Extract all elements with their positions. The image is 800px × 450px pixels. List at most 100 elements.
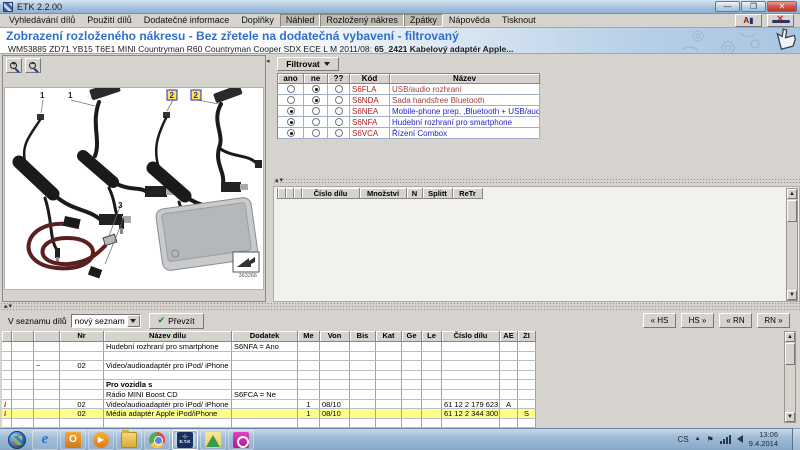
- main-splitter[interactable]: ▴▾: [0, 302, 800, 311]
- taskbar-magenta-app[interactable]: [228, 430, 254, 450]
- taskbar-chrome[interactable]: [144, 430, 170, 450]
- radio-blank[interactable]: [335, 129, 343, 137]
- dropdown-arrow-button[interactable]: [127, 315, 140, 327]
- menu-item-dodatecne-informace[interactable]: Dodatečné informace: [138, 14, 236, 27]
- cable-diagram: 1 1 2 2 3 3: [5, 88, 263, 289]
- taskbar-etk[interactable]: ✛E.T.K: [172, 430, 198, 450]
- radio-ne[interactable]: [312, 85, 320, 93]
- radio-ne[interactable]: [312, 107, 320, 115]
- cell: [12, 342, 34, 352]
- cell: 02: [60, 400, 104, 410]
- text-tool-button[interactable]: A▮: [735, 14, 762, 27]
- callout-3b[interactable]: 3: [120, 217, 125, 226]
- radio-ano[interactable]: [287, 107, 295, 115]
- menu-item-pouziti-dilu[interactable]: Použití dílů: [81, 14, 138, 27]
- apply-button[interactable]: ✔ Převzít: [149, 313, 204, 329]
- minimize-button[interactable]: —: [715, 1, 740, 12]
- nav-button-hs[interactable]: HS »: [681, 313, 714, 328]
- table-row[interactable]: i02Média adaptér Apple iPod/iPhone108/10…: [2, 409, 536, 419]
- menu-item-doplnky[interactable]: Doplňky: [235, 14, 280, 27]
- main-splitter-arrows-icon[interactable]: ▴▾: [4, 302, 13, 310]
- table-row[interactable]: [2, 371, 536, 381]
- taskbar-internet-explorer[interactable]: e: [32, 430, 58, 450]
- radio-ne[interactable]: [312, 129, 320, 137]
- maximize-button[interactable]: ❐: [741, 1, 766, 12]
- table-row[interactable]: Rádio MINI Boost CDS6FCA = Ne: [2, 390, 536, 400]
- filter-row[interactable]: S6NDASada handsfree Bluetooth: [278, 95, 540, 106]
- radio-ne[interactable]: [312, 118, 320, 126]
- callout-3a[interactable]: 3: [118, 201, 123, 210]
- menu-item-tisknout[interactable]: Tisknout: [496, 14, 542, 27]
- scroll-up-icon[interactable]: ▲: [785, 332, 795, 342]
- exploded-view-icon[interactable]: [233, 252, 259, 272]
- nav-button-hs[interactable]: « HS: [643, 313, 676, 328]
- language-indicator[interactable]: CS: [678, 435, 689, 444]
- radio-ano[interactable]: [287, 129, 295, 137]
- filter-row[interactable]: S6FLAUSB/audio rozhraní: [278, 84, 540, 95]
- table-row[interactable]: [2, 419, 536, 429]
- table-row[interactable]: i02Video/audioadaptér pro iPod/ iPhone10…: [2, 400, 536, 410]
- menu-item-vyhledavani-dilu[interactable]: Vyhledávání dílů: [3, 14, 81, 27]
- table-row[interactable]: Pro vozidla s: [2, 380, 536, 390]
- filter-button[interactable]: Filtrovat: [277, 57, 339, 71]
- start-button[interactable]: [8, 431, 26, 449]
- volume-icon[interactable]: [737, 435, 743, 443]
- cell: [34, 371, 60, 381]
- list-header-zi: ZI: [518, 331, 536, 342]
- network-icon[interactable]: [720, 435, 731, 444]
- vertical-splitter[interactable]: ◂: [266, 55, 273, 302]
- callout-2a[interactable]: 2: [170, 91, 175, 100]
- scroll-down-icon[interactable]: ▼: [787, 290, 797, 300]
- parts-scrollbar[interactable]: ▲ ▼: [786, 188, 798, 301]
- taskbar-outlook[interactable]: O: [60, 430, 86, 450]
- scroll-thumb[interactable]: [787, 200, 797, 222]
- zoom-out-button[interactable]: −: [25, 58, 41, 73]
- scroll-thumb[interactable]: [785, 343, 795, 365]
- radio-blank[interactable]: [335, 96, 343, 104]
- cell: 1: [298, 409, 320, 419]
- table-row[interactable]: Hudební rozhraní pro smartphoneS6NFA = A…: [2, 342, 536, 352]
- clock[interactable]: 13:06 9.4.2014: [749, 430, 778, 448]
- show-desktop-button[interactable]: [792, 428, 800, 450]
- nav-button-rn[interactable]: « RN: [719, 313, 752, 328]
- radio-ne[interactable]: [312, 96, 320, 104]
- callout-1b[interactable]: 1: [68, 91, 73, 100]
- graphics-off-button[interactable]: ✕: [767, 14, 794, 27]
- menu-item-rozlozeny-nakres[interactable]: Rozložený nákres: [320, 14, 404, 27]
- cell: [422, 371, 442, 381]
- taskbar-chart-app[interactable]: [200, 430, 226, 450]
- zoom-in-button[interactable]: +: [6, 58, 22, 73]
- radio-ano[interactable]: [287, 96, 295, 104]
- filter-row[interactable]: S6NFAHudební rozhraní pro smartphone: [278, 117, 540, 128]
- radio-blank[interactable]: [335, 118, 343, 126]
- table-row[interactable]: −02Video/audioadaptér pro iPod/ iPhone: [2, 361, 536, 371]
- filter-row[interactable]: S6VCAŘízení Combox: [278, 128, 540, 139]
- taskbar-media-player[interactable]: ▶: [88, 430, 114, 450]
- taskbar-explorer[interactable]: [116, 430, 142, 450]
- list-scrollbar[interactable]: ▲ ▼: [784, 331, 796, 423]
- scroll-down-icon[interactable]: ▼: [785, 412, 795, 422]
- scroll-up-icon[interactable]: ▲: [787, 189, 797, 199]
- callout-1a[interactable]: 1: [40, 91, 45, 100]
- menu-item-zpatky[interactable]: Zpátky: [404, 14, 443, 27]
- cell: [402, 400, 422, 410]
- action-center-flag-icon[interactable]: ⚑: [707, 435, 714, 444]
- menu-item-nahled[interactable]: Náhled: [280, 14, 321, 27]
- menu-item-napoveda[interactable]: Nápověda: [443, 14, 496, 27]
- callout-2b[interactable]: 2: [194, 91, 199, 100]
- radio-blank[interactable]: [335, 107, 343, 115]
- filter-row[interactable]: S6NEAMobile-phone prep. ,Bluetooth + USB…: [278, 106, 540, 117]
- radio-cell: [304, 95, 328, 106]
- splitter-arrows-icon[interactable]: ▴▾: [275, 176, 284, 184]
- collapse-arrow-icon[interactable]: ◂: [266, 57, 270, 65]
- radio-cell: [278, 106, 304, 117]
- close-button[interactable]: ✕: [767, 1, 797, 12]
- radio-ano[interactable]: [287, 118, 295, 126]
- radio-blank[interactable]: [335, 85, 343, 93]
- radio-ano[interactable]: [287, 85, 295, 93]
- table-row[interactable]: [2, 352, 536, 362]
- list-dropdown[interactable]: nový seznam: [71, 314, 141, 328]
- right-splitter[interactable]: ▴▾: [273, 178, 800, 185]
- nav-button-rn[interactable]: RN »: [757, 313, 790, 328]
- hidden-icons-button[interactable]: ▲: [695, 436, 701, 442]
